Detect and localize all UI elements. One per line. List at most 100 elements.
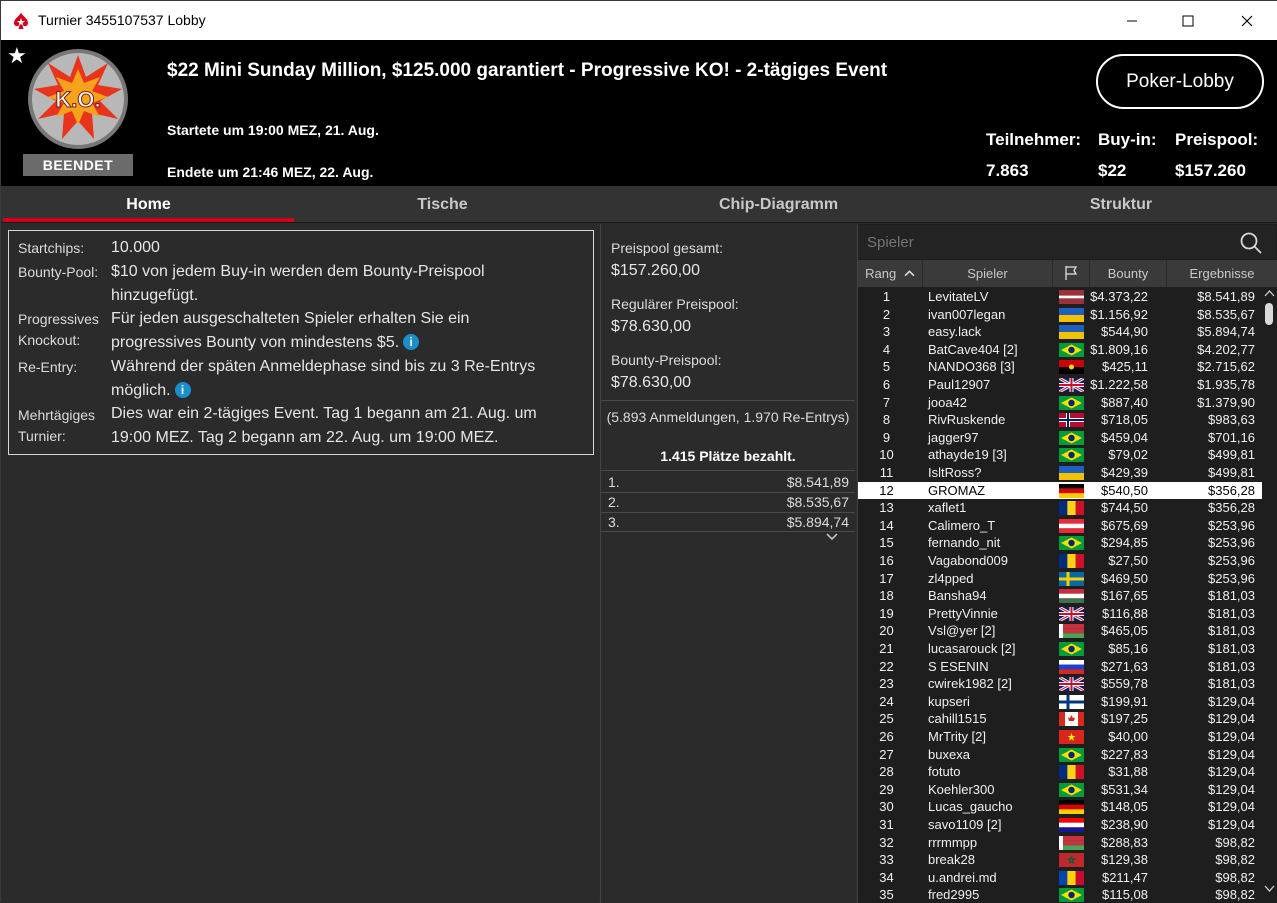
country-flag-icon bbox=[1059, 290, 1084, 304]
player-name: xaflet1 bbox=[928, 500, 967, 516]
player-row[interactable]: 16 Vagabond009 $27,50 $253,96 bbox=[858, 552, 1262, 570]
search-icon[interactable] bbox=[1239, 231, 1263, 255]
favorite-star-icon[interactable]: ★ bbox=[7, 45, 27, 67]
country-flag-icon bbox=[1059, 307, 1084, 322]
country-flag-icon bbox=[1059, 483, 1084, 498]
tab-structure[interactable]: Struktur bbox=[975, 186, 1267, 223]
end-time: Endete um 21:46 MEZ, 22. Aug. bbox=[167, 164, 374, 180]
player-row[interactable]: 4 BatCave404 [2] $1.809,16 $4.202,77 bbox=[858, 341, 1262, 359]
column-result[interactable]: Ergebnisse bbox=[1167, 260, 1277, 287]
tab-chip-chart[interactable]: Chip-Diagramm bbox=[631, 186, 926, 223]
close-button[interactable] bbox=[1218, 1, 1276, 40]
info-icon[interactable]: i bbox=[174, 381, 191, 398]
country-flag-icon bbox=[1059, 818, 1084, 832]
player-rank: 20 bbox=[879, 623, 894, 639]
minimize-icon bbox=[1127, 20, 1137, 21]
player-row[interactable]: 15 fernando_nit $294,85 $253,96 bbox=[858, 534, 1262, 552]
player-row[interactable]: 18 Bansha94 $167,65 $181,03 bbox=[858, 587, 1262, 605]
player-row[interactable]: 7 jooa42 $887,40 $1.379,90 bbox=[858, 394, 1262, 412]
scrollbar-thumb[interactable] bbox=[1265, 303, 1273, 325]
flag-icon bbox=[1065, 266, 1078, 280]
tab-tables[interactable]: Tische bbox=[294, 186, 591, 223]
player-row[interactable]: 34 u.andrei.md $211,47 $98,82 bbox=[858, 869, 1262, 887]
player-name: kupseri bbox=[928, 693, 970, 709]
player-rank: 18 bbox=[879, 588, 894, 604]
player-row[interactable]: 17 zl4pped $469,50 $253,96 bbox=[858, 570, 1262, 588]
player-row[interactable]: 19 PrettyVinnie $116,88 $181,03 bbox=[858, 605, 1262, 623]
player-row[interactable]: 31 savo1109 [2] $238,90 $129,04 bbox=[858, 816, 1262, 834]
player-row[interactable]: 33 break28 $129,38 $98,82 bbox=[858, 851, 1262, 869]
player-row[interactable]: 21 lucasarouck [2] $85,16 $181,03 bbox=[858, 640, 1262, 658]
player-row[interactable]: 6 Paul12907 $1.222,58 $1.935,78 bbox=[858, 376, 1262, 394]
player-bounty: $718,05 bbox=[1101, 412, 1148, 428]
player-row[interactable]: 23 cwirek1982 [2] $559,78 $181,03 bbox=[858, 675, 1262, 693]
player-row[interactable]: 26 MrTrity [2] $40,00 $129,04 bbox=[858, 728, 1262, 746]
player-rank: 16 bbox=[879, 553, 894, 568]
player-rank: 13 bbox=[879, 500, 894, 516]
player-result: $499,81 bbox=[1208, 465, 1255, 480]
player-row[interactable]: 35 fred2995 $115,08 $98,82 bbox=[858, 886, 1262, 903]
player-row[interactable]: 14 Calimero_T $675,69 $253,96 bbox=[858, 517, 1262, 535]
player-bounty: $129,38 bbox=[1101, 852, 1148, 868]
player-result: $701,16 bbox=[1208, 429, 1255, 445]
minimize-button[interactable] bbox=[1103, 1, 1161, 40]
divider bbox=[601, 492, 855, 493]
info-icon[interactable]: i bbox=[403, 333, 420, 350]
country-flag-icon bbox=[1059, 536, 1084, 551]
title-bar: Turnier 3455107537 Lobby bbox=[1, 1, 1277, 40]
player-bounty: $238,90 bbox=[1101, 817, 1148, 832]
player-bounty: $197,25 bbox=[1101, 711, 1148, 727]
player-rank: 24 bbox=[879, 693, 894, 709]
places-paid: 1.415 Plätze bezahlt. bbox=[660, 448, 796, 464]
column-bounty[interactable]: Bounty bbox=[1090, 260, 1167, 287]
lobby-window: Turnier 3455107537 Lobby ★ K.O. BEENDET … bbox=[0, 0, 1277, 903]
player-row[interactable]: 20 Vsl@yer [2] $465,05 $181,03 bbox=[858, 622, 1262, 640]
player-search-input[interactable] bbox=[858, 225, 1276, 259]
player-result: $253,96 bbox=[1208, 517, 1255, 533]
scroll-down-icon[interactable] bbox=[1264, 885, 1275, 893]
column-player[interactable]: Spieler bbox=[923, 260, 1053, 287]
player-name: MrTrity [2] bbox=[928, 729, 987, 744]
player-row[interactable]: 8 RivRuskende $718,05 $983,63 bbox=[858, 411, 1262, 429]
chevron-down-icon[interactable] bbox=[823, 531, 841, 543]
player-row[interactable]: 25 cahill1515 $197,25 $129,04 bbox=[858, 710, 1262, 728]
player-name: Vsl@yer [2] bbox=[928, 623, 996, 639]
player-name: ivan007legan bbox=[928, 306, 1006, 322]
player-name: IsltRoss? bbox=[928, 465, 982, 480]
scroll-up-icon[interactable] bbox=[1264, 289, 1275, 297]
player-row[interactable]: 28 fotuto $31,88 $129,04 bbox=[858, 763, 1262, 781]
player-bounty: $887,40 bbox=[1101, 394, 1148, 410]
player-row[interactable]: 1 LevitateLV $4.373,22 $8.541,89 bbox=[858, 288, 1262, 306]
player-row[interactable]: 11 IsltRoss? $429,39 $499,81 bbox=[858, 464, 1262, 482]
player-result: $181,03 bbox=[1208, 588, 1255, 604]
column-rank[interactable]: Rang bbox=[858, 260, 923, 287]
player-row[interactable]: 27 buxexa $227,83 $129,04 bbox=[858, 746, 1262, 764]
player-row[interactable]: 10 athayde19 [3] $79,02 $499,81 bbox=[858, 446, 1262, 464]
knockout-logo: K.O. bbox=[28, 49, 128, 149]
player-row[interactable]: 22 S ESENIN $271,63 $181,03 bbox=[858, 658, 1262, 676]
poker-lobby-button[interactable]: Poker-Lobby bbox=[1096, 54, 1264, 109]
player-name: PrettyVinnie bbox=[928, 605, 998, 621]
total-pool-value: $157.260,00 bbox=[611, 262, 700, 279]
maximize-button[interactable] bbox=[1159, 1, 1217, 40]
player-result: $1.935,78 bbox=[1197, 377, 1255, 392]
player-row[interactable]: 24 kupseri $199,91 $129,04 bbox=[858, 693, 1262, 711]
player-rank: 35 bbox=[879, 887, 894, 903]
player-row[interactable]: 2 ivan007legan $1.156,92 $8.535,67 bbox=[858, 306, 1262, 324]
country-flag-icon bbox=[1059, 694, 1084, 709]
player-row[interactable]: 9 jagger97 $459,04 $701,16 bbox=[858, 429, 1262, 447]
divider bbox=[601, 531, 855, 532]
player-rank: 29 bbox=[879, 781, 894, 797]
player-row[interactable]: 3 easy.lack $544,90 $5.894,74 bbox=[858, 323, 1262, 341]
column-country[interactable] bbox=[1053, 260, 1090, 287]
player-row[interactable]: 30 Lucas_gaucho $148,05 $129,04 bbox=[858, 798, 1262, 816]
player-row[interactable]: 13 xaflet1 $744,50 $356,28 bbox=[858, 499, 1262, 517]
player-result: $181,03 bbox=[1208, 658, 1255, 674]
player-rank: 23 bbox=[879, 676, 894, 692]
players-scrollbar[interactable] bbox=[1263, 288, 1276, 903]
player-row[interactable]: 32 rrrmmpp $288,83 $98,82 bbox=[858, 834, 1262, 852]
player-row[interactable]: 29 Koehler300 $531,34 $129,04 bbox=[858, 781, 1262, 799]
player-bounty: $211,47 bbox=[1101, 869, 1148, 885]
player-row[interactable]: 12 GROMAZ $540,50 $356,28 bbox=[858, 481, 1262, 500]
player-row[interactable]: 5 NANDO368 [3] $425,11 $2.715,62 bbox=[858, 358, 1262, 376]
